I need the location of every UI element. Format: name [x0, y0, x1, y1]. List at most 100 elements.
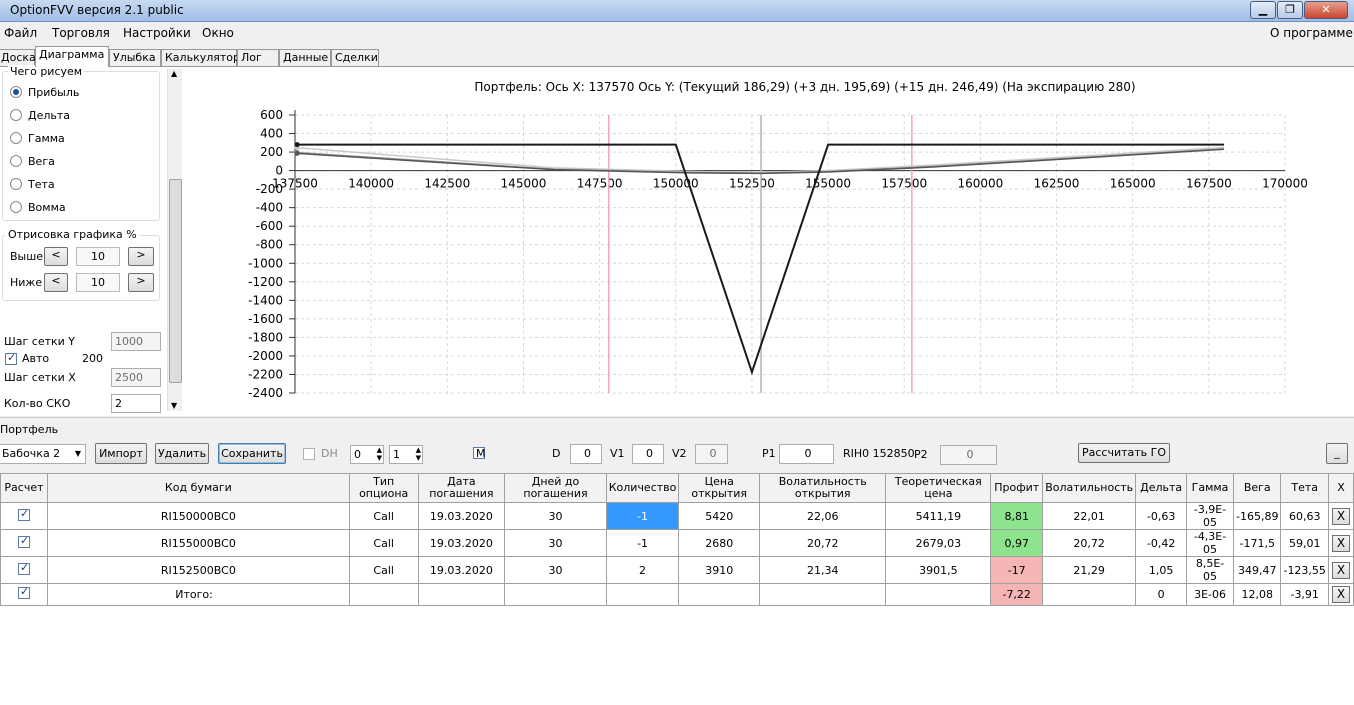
menu-trading[interactable]: Торговля	[52, 26, 110, 40]
d-field[interactable]: 0	[570, 444, 602, 464]
above-increase-button[interactable]: >	[128, 247, 154, 266]
dh-spin-1[interactable]: 0 ▲ ▼	[350, 445, 384, 464]
tab-log[interactable]: Лог	[237, 49, 279, 67]
remove-cell[interactable]: X	[1327, 502, 1354, 530]
remove-row-button[interactable]: X	[1331, 507, 1350, 525]
menu-window[interactable]: Окно	[202, 26, 234, 40]
column-header[interactable]: Профит	[990, 473, 1044, 503]
column-header[interactable]: Дата погашения	[417, 473, 506, 503]
tab-deals[interactable]: Сделки	[331, 49, 379, 67]
table-row[interactable]: RI150000BC0Call19.03.202030-1542022,0654…	[0, 502, 1354, 530]
grid-y-field[interactable]: 1000	[111, 332, 161, 351]
column-header[interactable]: Код бумаги	[46, 473, 350, 503]
spin-arrows-icon[interactable]: ▲ ▼	[416, 446, 421, 462]
column-header[interactable]: Волатильность	[1042, 473, 1137, 503]
dh-checkbox[interactable]	[303, 448, 315, 460]
calc-checkbox[interactable]	[17, 561, 30, 575]
spin-arrows-icon[interactable]: ▲ ▼	[377, 446, 382, 462]
table-cell[interactable]: -1	[605, 529, 680, 557]
radio-option[interactable]: Вомма	[10, 199, 66, 215]
column-header[interactable]: Вега	[1232, 473, 1282, 503]
column-header[interactable]: Тип опциона	[348, 473, 419, 503]
radio-option[interactable]: Тета	[10, 176, 55, 192]
calc-cell[interactable]	[0, 556, 48, 584]
auto-value: 200	[82, 352, 103, 365]
below-increase-button[interactable]: >	[128, 273, 154, 292]
radio-button[interactable]	[10, 178, 22, 190]
radio-button[interactable]	[10, 109, 22, 121]
tab-diagram[interactable]: Диаграмма	[35, 46, 109, 67]
chart-title: Портфель: Ось X: 137570 Ось Y: (Текущий …	[474, 80, 1135, 94]
save-button[interactable]: Сохранить	[218, 443, 286, 464]
calc-checkbox[interactable]	[17, 507, 30, 521]
menu-file[interactable]: Файл	[4, 26, 37, 40]
table-row[interactable]: RI155000BC0Call19.03.202030-1268020,7226…	[0, 529, 1354, 557]
v2-field[interactable]: 0	[695, 444, 728, 464]
below-decrease-button[interactable]: <	[44, 273, 68, 292]
calc-go-button[interactable]: Рассчитать ГО	[1078, 443, 1170, 463]
remove-row-button[interactable]: X	[1331, 586, 1350, 603]
scroll-down-icon[interactable]: ▼	[171, 401, 177, 410]
chevron-down-icon: ▼	[74, 449, 81, 458]
collapse-button[interactable]: _	[1326, 443, 1348, 464]
x-tick-label: 167500	[1186, 177, 1232, 191]
p2-field[interactable]: 0	[940, 445, 997, 465]
calc-checkbox[interactable]	[17, 585, 30, 599]
column-header[interactable]: Количество	[605, 473, 680, 503]
auto-checkbox[interactable]	[5, 351, 17, 365]
radio-button[interactable]	[10, 201, 22, 213]
radio-option[interactable]: Дельта	[10, 107, 70, 123]
column-header[interactable]: Теоретическая цена	[885, 473, 992, 503]
p1-field[interactable]: 0	[779, 444, 834, 464]
grid-x-field[interactable]: 2500	[111, 368, 161, 387]
menu-settings[interactable]: Настройки	[123, 26, 191, 40]
column-header[interactable]: Дней до погашения	[504, 473, 607, 503]
calc-checkbox[interactable]	[17, 534, 30, 548]
tab-smile[interactable]: Улыбка	[109, 49, 161, 67]
remove-cell[interactable]: X	[1327, 583, 1354, 606]
tab-calculator[interactable]: Калькулятор	[161, 49, 240, 67]
radio-option[interactable]: Прибыль	[10, 84, 79, 100]
table-cell	[348, 583, 419, 606]
radio-option[interactable]: Гамма	[10, 130, 65, 146]
column-header[interactable]: Расчет	[0, 473, 48, 503]
calc-cell[interactable]	[0, 529, 48, 557]
column-header[interactable]: Гамма	[1186, 473, 1234, 503]
import-button[interactable]: Импорт	[95, 443, 147, 464]
remove-row-button[interactable]: X	[1331, 561, 1350, 579]
sko-field[interactable]: 2	[111, 394, 161, 413]
tab-data[interactable]: Данные	[279, 49, 331, 67]
remove-cell[interactable]: X	[1327, 529, 1354, 557]
maximize-button[interactable]: ❐	[1277, 1, 1303, 19]
radio-button[interactable]	[10, 86, 22, 98]
above-label: Выше	[10, 250, 44, 263]
column-header[interactable]: X	[1327, 473, 1354, 503]
radio-button[interactable]	[10, 155, 22, 167]
panel-scrollbar[interactable]: ▲ ▼	[167, 69, 182, 411]
scroll-up-icon[interactable]: ▲	[171, 69, 177, 78]
dh-spin-2[interactable]: 1 ▲ ▼	[389, 445, 423, 464]
radio-label: Вега	[28, 154, 55, 168]
column-header[interactable]: Цена открытия	[678, 473, 761, 503]
table-cell[interactable]: 2	[605, 556, 680, 584]
above-decrease-button[interactable]: <	[44, 247, 68, 266]
remove-row-button[interactable]: X	[1331, 534, 1350, 552]
calc-cell[interactable]	[0, 583, 48, 606]
minimize-button[interactable]: ▁	[1250, 1, 1276, 19]
table-header: Расчет Код бумаги Тип опциона Дата погашени…	[0, 473, 1354, 503]
table-row[interactable]: RI152500BC0Call19.03.2020302391021,34390…	[0, 556, 1354, 584]
portfolio-select[interactable]: Бабочка 2 ▼	[0, 444, 86, 464]
column-header[interactable]: Тета	[1280, 473, 1329, 503]
menu-about[interactable]: О программе	[1270, 26, 1353, 40]
v1-field[interactable]: 0	[632, 444, 664, 464]
table-cell[interactable]: -1	[605, 502, 680, 530]
remove-cell[interactable]: X	[1327, 556, 1354, 584]
calc-cell[interactable]	[0, 502, 48, 530]
close-button[interactable]: ✕	[1304, 1, 1348, 19]
column-header[interactable]: Волатильность открытия	[759, 473, 887, 503]
scroll-thumb[interactable]	[169, 179, 182, 383]
radio-option[interactable]: Вега	[10, 153, 55, 169]
delete-button[interactable]: Удалить	[155, 443, 209, 464]
radio-button[interactable]	[10, 132, 22, 144]
column-header[interactable]: Дельта	[1135, 473, 1188, 503]
